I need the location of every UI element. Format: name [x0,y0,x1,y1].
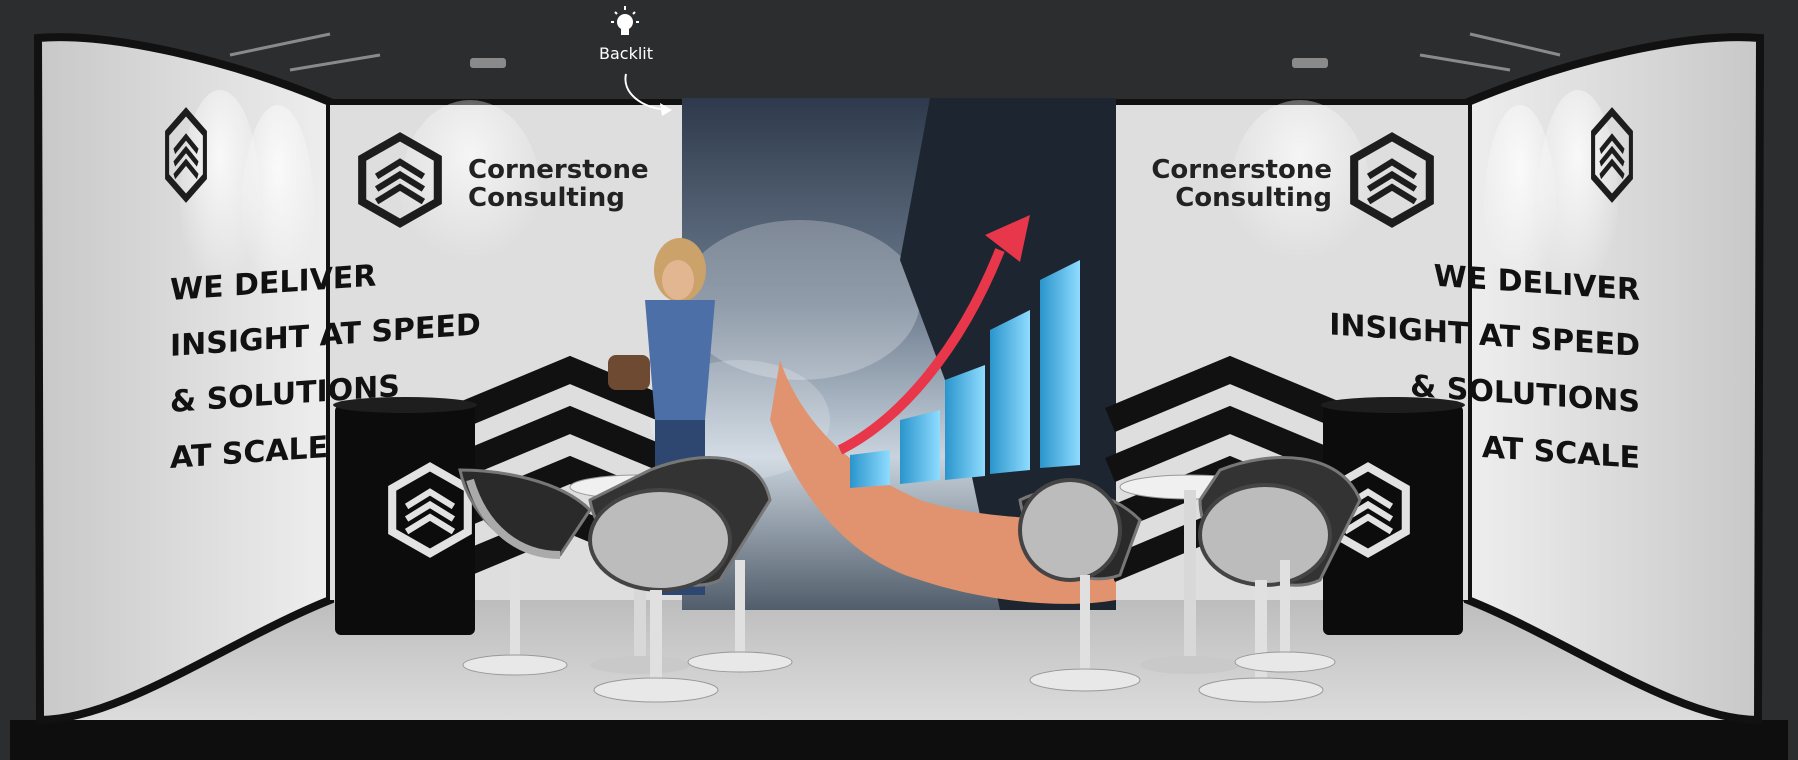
brand-name-left-line1: Cornerstone [468,155,649,185]
backlit-label: Backlit [599,44,653,63]
exhibition-booth-scene: Cornerstone Consulting Cornerstone Consu… [0,0,1798,760]
brand-name-left-line2: Consulting [468,183,625,213]
left-counter [333,397,477,635]
brand-name-right-line2: Consulting [1175,183,1332,213]
booth-illustration: Cornerstone Consulting Cornerstone Consu… [0,0,1798,760]
brand-name-right-line1: Cornerstone [1151,155,1332,185]
